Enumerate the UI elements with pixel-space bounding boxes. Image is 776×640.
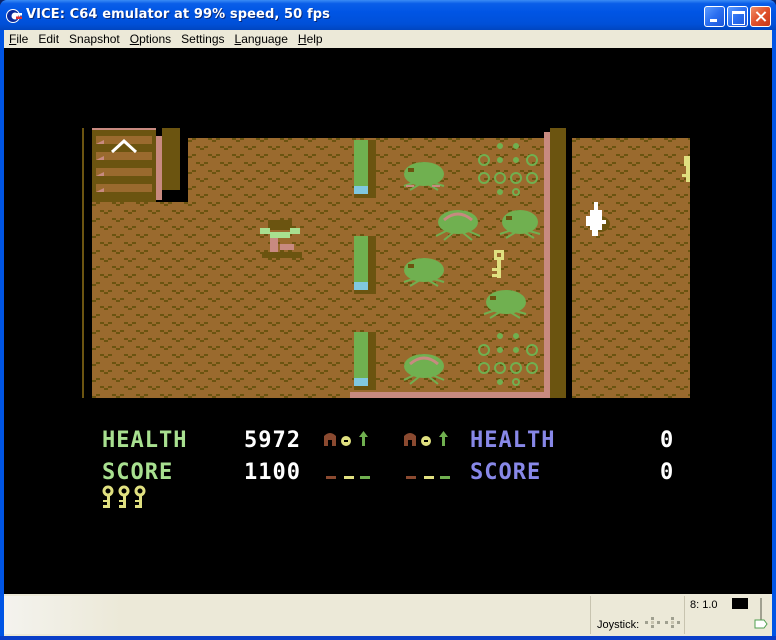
wall-bottom-pink [350, 392, 550, 398]
wall-stub-face [162, 128, 180, 190]
slot-dash [344, 476, 354, 479]
key-icon [118, 485, 130, 508]
menu-settings[interactable]: Settings [176, 32, 229, 46]
slot-dash [424, 476, 434, 479]
menu-language-label: anguage [241, 32, 288, 46]
outer-wall-left [82, 128, 84, 398]
p1-score-label: SCORE [102, 460, 173, 485]
status-message-area [4, 596, 590, 634]
menu-options[interactable]: Options [125, 32, 176, 46]
slot-dash [326, 476, 336, 479]
stairs-exit [92, 128, 156, 202]
p1-health-value: 5972 [244, 428, 301, 453]
title-bar[interactable]: VICE: C64 emulator at 99% speed, 50 fps [0, 0, 776, 30]
menu-snapshot[interactable]: Snapshot [64, 32, 125, 46]
emulator-window: VICE: C64 emulator at 99% speed, 50 fps … [0, 0, 776, 640]
potion-icon [341, 436, 351, 446]
menu-file-label: ile [16, 32, 29, 46]
drive-status-readout: 8: 1.0 [690, 599, 718, 611]
slot-dash [440, 476, 450, 479]
key-icon [102, 485, 114, 508]
p1-score-value: 1100 [244, 460, 301, 485]
maximize-button[interactable] [727, 6, 748, 27]
floor-right-room [572, 138, 690, 398]
menu-help-label: elp [306, 32, 323, 46]
arrow-up-icon [439, 431, 448, 446]
arrow-up-icon [359, 431, 368, 446]
enemy-spider [403, 162, 445, 191]
menu-edit-label: Edit [38, 32, 60, 46]
game-canvas: HEALTH 5972 SCORE 1100 HEALTH 0 SCORE 0 [82, 128, 690, 508]
slot-dash [360, 476, 370, 479]
armor-icon [324, 433, 336, 446]
commodore-logo-icon [6, 9, 22, 23]
menu-options-label: ptions [139, 32, 172, 46]
drive-led [732, 598, 748, 609]
window-bottom-border [0, 636, 776, 640]
p1-health-label: HEALTH [102, 428, 187, 453]
minimize-button[interactable] [704, 6, 725, 27]
joystick-indicator-icon[interactable] [645, 617, 681, 629]
status-separator [684, 596, 685, 634]
p1-keys-held [102, 485, 146, 508]
status-separator [590, 596, 591, 634]
menu-options-accel: O [129, 32, 140, 46]
menu-help[interactable]: Help [293, 32, 328, 46]
volume-slider[interactable] [754, 598, 768, 630]
close-button[interactable] [750, 6, 771, 27]
menu-bar: File Edit Snapshot Options Settings Lang… [4, 30, 772, 48]
armor-icon [404, 433, 416, 446]
menu-snapshot-label: Snapshot [69, 32, 120, 46]
p2-health-value: 0 [660, 428, 673, 453]
pillar [354, 140, 376, 198]
status-bar: Joystick: 8: 1.0 [4, 594, 772, 636]
p2-score-label: SCORE [470, 460, 541, 485]
wall-stub-highlight [156, 136, 162, 200]
key-icon [134, 485, 146, 508]
p2-health-label: HEALTH [470, 428, 555, 453]
pillar [354, 236, 376, 294]
p2-score-value: 0 [660, 460, 673, 485]
wall-right-pink [544, 132, 550, 398]
menu-edit[interactable]: Edit [33, 32, 64, 46]
pillar [354, 332, 376, 390]
p2-inventory [404, 431, 450, 479]
wall-right-dark [550, 128, 566, 398]
p1-inventory [324, 431, 370, 479]
menu-language[interactable]: Language [230, 32, 293, 46]
slot-dash [406, 476, 416, 479]
window-title: VICE: C64 emulator at 99% speed, 50 fps [26, 7, 330, 22]
menu-file[interactable]: File [4, 32, 33, 46]
emulator-screen[interactable]: HEALTH 5972 SCORE 1100 HEALTH 0 SCORE 0 [4, 48, 772, 594]
menu-help-accel: H [297, 32, 307, 46]
joystick-label: Joystick: [597, 619, 640, 631]
menu-settings-label: Settings [181, 32, 225, 46]
potion-icon [421, 436, 431, 446]
